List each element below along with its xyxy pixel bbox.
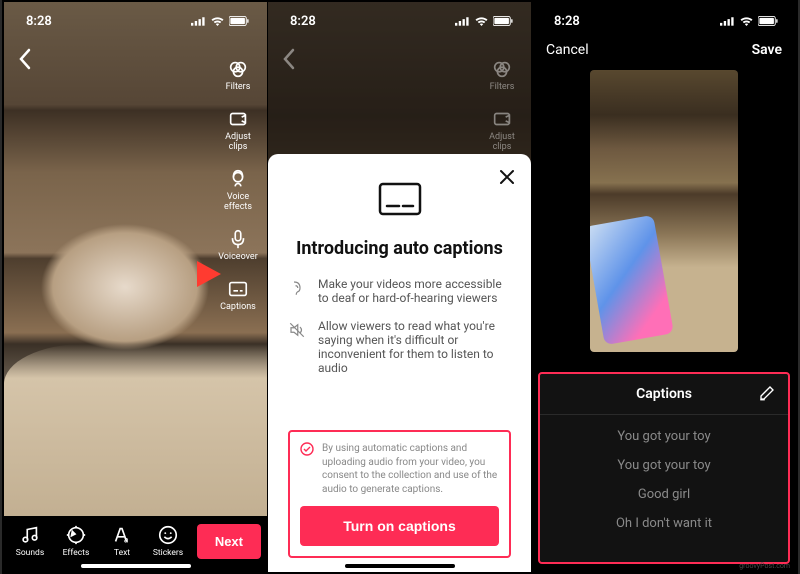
save-button[interactable]: Save bbox=[752, 42, 782, 58]
filters-button[interactable]: Filters bbox=[215, 58, 261, 92]
signal-icon bbox=[455, 16, 470, 26]
home-indicator[interactable] bbox=[345, 564, 455, 568]
caption-line[interactable]: Good girl bbox=[638, 487, 690, 502]
sounds-button[interactable]: Sounds bbox=[10, 524, 50, 558]
watermark: groovyPost.com bbox=[739, 562, 790, 570]
adjust-clips-label: Adjust clips bbox=[479, 132, 525, 152]
status-indicators bbox=[720, 16, 778, 27]
captions-panel: Captions You got your toy You got your t… bbox=[538, 372, 790, 564]
consent-row: By using automatic captions and uploadin… bbox=[300, 442, 499, 496]
filters-label: Filters bbox=[490, 82, 515, 92]
consent-text: By using automatic captions and uploadin… bbox=[322, 442, 499, 496]
status-time: 8:28 bbox=[26, 14, 52, 29]
voice-effects-icon bbox=[227, 168, 249, 190]
screen-1-editor: 8:28 Filters Adjust clips Voice effects bbox=[4, 2, 268, 572]
battery-icon bbox=[229, 16, 249, 26]
adjust-clips-icon bbox=[227, 108, 249, 130]
voiceover-label: Voiceover bbox=[218, 252, 258, 262]
turn-on-captions-button[interactable]: Turn on captions bbox=[300, 506, 499, 546]
caption-line[interactable]: Oh I don't want it bbox=[616, 516, 712, 531]
svg-text:a: a bbox=[124, 535, 129, 545]
captions-icon bbox=[227, 278, 249, 300]
screen-3-captions-review: 8:28 Cancel Save Captions You got your t… bbox=[532, 2, 796, 572]
side-toolbar-dim: Filters Adjust clips bbox=[479, 58, 525, 152]
adjust-clips-label: Adjust clips bbox=[215, 132, 261, 152]
consent-check-icon bbox=[300, 442, 314, 496]
wifi-icon bbox=[474, 16, 489, 27]
back-button-dim bbox=[282, 48, 296, 76]
preview-overlay bbox=[590, 215, 674, 345]
status-bar: 8:28 bbox=[4, 2, 267, 34]
video-preview[interactable] bbox=[590, 70, 738, 352]
captions-header: Captions bbox=[540, 374, 788, 415]
status-bar: 8:28 bbox=[532, 2, 796, 34]
voice-effects-label: Voice effects bbox=[215, 192, 261, 212]
captions-list[interactable]: You got your toy You got your toy Good g… bbox=[540, 415, 788, 562]
pencil-icon bbox=[758, 384, 776, 402]
wifi-icon bbox=[739, 16, 754, 27]
annotation-arrow bbox=[153, 258, 223, 290]
voice-effects-button[interactable]: Voice effects bbox=[215, 168, 261, 212]
three-phone-layout: 8:28 Filters Adjust clips Voice effects bbox=[2, 0, 798, 574]
stickers-icon bbox=[157, 524, 179, 546]
adjust-clips-button-dim: Adjust clips bbox=[479, 108, 525, 152]
captions-title: Captions bbox=[636, 386, 692, 402]
sounds-label: Sounds bbox=[16, 548, 44, 558]
captions-hero-icon bbox=[378, 182, 422, 224]
bullet-1-text: Make your videos more accessible to deaf… bbox=[318, 277, 511, 305]
signal-icon bbox=[191, 16, 206, 26]
filters-button-dim: Filters bbox=[479, 58, 525, 92]
close-icon bbox=[499, 169, 515, 185]
edit-captions-button[interactable] bbox=[758, 384, 776, 406]
filters-icon bbox=[491, 58, 513, 80]
bullet-2-text: Allow viewers to read what you're saying… bbox=[318, 319, 511, 375]
text-label: Text bbox=[114, 548, 130, 558]
caption-line[interactable]: You got your toy bbox=[617, 429, 710, 444]
ear-icon bbox=[288, 279, 306, 305]
filters-label: Filters bbox=[226, 82, 251, 92]
sounds-icon bbox=[19, 524, 41, 546]
filters-icon bbox=[227, 58, 249, 80]
consent-highlight-box: By using automatic captions and uploadin… bbox=[288, 430, 511, 558]
adjust-clips-button[interactable]: Adjust clips bbox=[215, 108, 261, 152]
battery-icon bbox=[493, 16, 513, 26]
status-time: 8:28 bbox=[554, 14, 580, 29]
adjust-clips-icon bbox=[491, 108, 513, 130]
battery-icon bbox=[758, 16, 778, 26]
voiceover-icon bbox=[227, 228, 249, 250]
text-icon: a bbox=[111, 524, 133, 546]
status-indicators bbox=[191, 16, 249, 27]
text-button[interactable]: a Text bbox=[102, 524, 142, 558]
top-nav: Cancel Save bbox=[532, 42, 796, 58]
sheet-title: Introducing auto captions bbox=[288, 238, 511, 259]
bullet-accessibility: Make your videos more accessible to deaf… bbox=[288, 277, 511, 305]
close-button[interactable] bbox=[499, 168, 515, 191]
cancel-button[interactable]: Cancel bbox=[546, 42, 589, 58]
caption-line[interactable]: You got your toy bbox=[617, 458, 710, 473]
effects-icon bbox=[65, 524, 87, 546]
status-time: 8:28 bbox=[290, 14, 316, 29]
auto-captions-sheet: Introducing auto captions Make your vide… bbox=[268, 154, 531, 572]
status-indicators bbox=[455, 16, 513, 27]
bullet-mute: Allow viewers to read what you're saying… bbox=[288, 319, 511, 375]
status-bar: 8:28 bbox=[268, 2, 531, 34]
video-foreground bbox=[4, 344, 267, 534]
stickers-label: Stickers bbox=[153, 548, 183, 558]
home-indicator[interactable] bbox=[81, 564, 191, 568]
signal-icon bbox=[720, 16, 735, 26]
screen-2-captions-intro: 8:28 Filters Adjust clips bbox=[268, 2, 532, 572]
bottom-tool-group: Sounds Effects a Text Stickers bbox=[10, 524, 188, 558]
back-button[interactable] bbox=[18, 48, 32, 76]
voiceover-button[interactable]: Voiceover bbox=[215, 228, 261, 262]
stickers-button[interactable]: Stickers bbox=[148, 524, 188, 558]
effects-label: Effects bbox=[63, 548, 90, 558]
wifi-icon bbox=[210, 16, 225, 27]
captions-label: Captions bbox=[220, 302, 256, 312]
next-button[interactable]: Next bbox=[197, 524, 261, 559]
effects-button[interactable]: Effects bbox=[56, 524, 96, 558]
mute-icon bbox=[288, 321, 306, 375]
